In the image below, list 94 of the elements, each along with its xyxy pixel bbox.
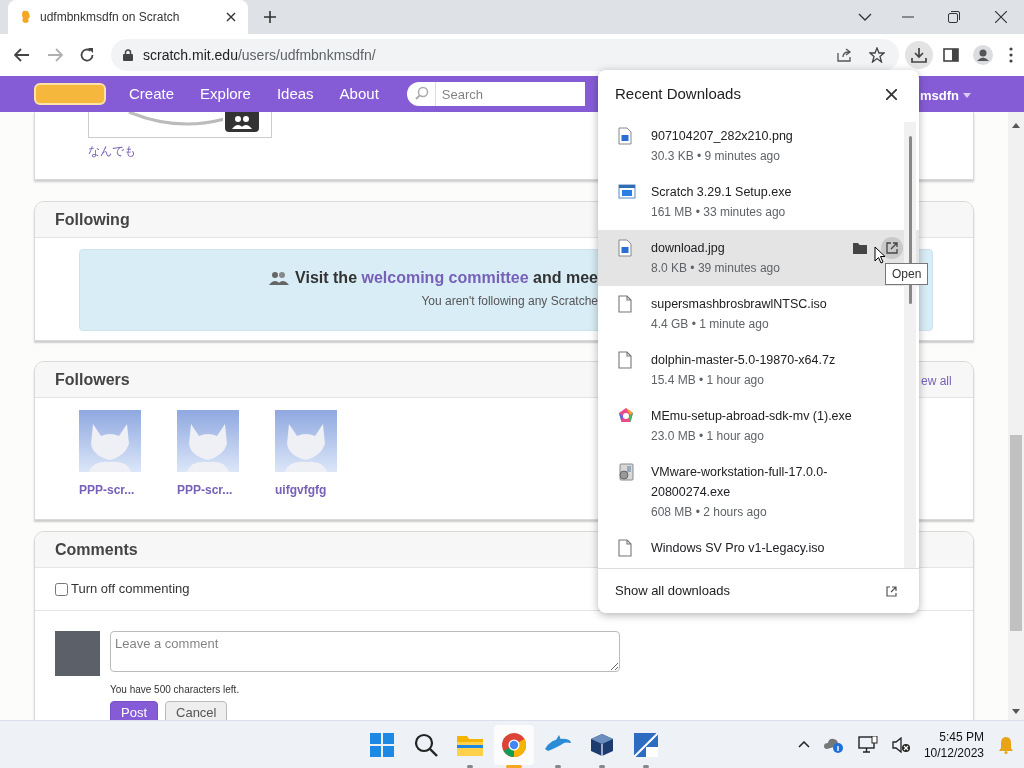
download-item[interactable]: VMware-workstation-full-17.0.0-20800274.exe 608 MB • 2 hours ago (598, 454, 919, 530)
external-link-icon[interactable] (886, 585, 897, 597)
username-link[interactable]: msdfn (920, 86, 959, 106)
close-icon[interactable] (886, 88, 897, 100)
tab-title: udfmbnkmsdfn on Scratch (40, 9, 181, 26)
clock[interactable]: 5:45 PM 10/12/2023 (923, 728, 984, 761)
close-icon[interactable] (995, 11, 1007, 23)
file-name: 907104207_282x210.png (651, 128, 794, 145)
downloads-button[interactable] (905, 41, 933, 69)
share-icon[interactable] (837, 48, 853, 62)
restore-icon[interactable] (948, 11, 960, 23)
follower-name[interactable]: PPP-scr... (177, 481, 233, 499)
external-link-icon (886, 242, 898, 254)
folder-icon (457, 734, 483, 756)
download-info: 161 MB • 33 minutes ago (651, 204, 787, 221)
download-item[interactable]: dolphin-master-5.0-19870-x64.7z 15.4 MB • 1 hour ago (598, 342, 919, 398)
user-avatar (55, 631, 100, 676)
studio-link[interactable]: なんでも (88, 142, 136, 160)
url-text: scratch.mit.edu/users/udfmbnkmsdfn/ (143, 45, 376, 65)
open-button[interactable] (881, 237, 903, 259)
reload-icon[interactable] (79, 47, 95, 63)
nav-link[interactable]: Create (129, 82, 175, 106)
folder-icon[interactable] (853, 242, 867, 254)
section-title: Followers (55, 369, 130, 390)
close-icon[interactable] (226, 12, 236, 22)
welcoming-committee-link[interactable]: welcoming committee (361, 269, 529, 286)
download-item[interactable]: Windows SV Pro v1-Legacy.iso (598, 530, 919, 568)
back-icon[interactable] (14, 48, 30, 62)
show-all-downloads-link[interactable]: Show all downloads (615, 581, 730, 601)
section-title: Following (55, 209, 130, 230)
side-panel-icon[interactable] (943, 48, 959, 62)
search-icon (414, 733, 438, 757)
file-name: Windows SV Pro v1-Legacy.iso (651, 540, 826, 557)
follower-name[interactable]: PPP-scr... (79, 481, 135, 499)
follower-name[interactable]: uifgvfgfg (275, 481, 327, 499)
file-name: supersmashbrosbrawlNTSC.iso (651, 296, 828, 313)
download-item[interactable]: MEmu-setup-abroad-sdk-mv (1).exe 23.0 MB • 1 hour ago (598, 398, 919, 454)
view-all-link[interactable]: ew all (921, 372, 952, 390)
welcome-message: Visit the welcoming committee and mee (295, 268, 598, 288)
file-name: Scratch 3.29.1 Setup.exe (651, 184, 793, 201)
nav-link[interactable]: Ideas (276, 82, 314, 106)
lock-icon (123, 49, 133, 61)
star-icon[interactable] (869, 47, 885, 63)
download-info: 4.4 GB • 1 minute ago (651, 316, 770, 333)
download-info: 23.0 MB • 1 hour ago (651, 428, 765, 445)
address-bar[interactable]: scratch.mit.edu/users/udfmbnkmsdfn/ (111, 39, 899, 71)
people-icon (231, 115, 253, 129)
download-info: 608 MB • 2 hours ago (651, 504, 768, 521)
chevron-up-icon[interactable] (797, 741, 810, 748)
checkbox-label: Turn off commenting (71, 580, 190, 599)
cloud-icon[interactable] (823, 736, 844, 753)
file-icon (618, 463, 636, 481)
section-title: Comments (55, 539, 138, 560)
chevron-down-icon[interactable] (858, 13, 872, 21)
nav-link[interactable]: Explore (200, 82, 251, 106)
browser-icon (502, 733, 526, 757)
network-icon[interactable] (857, 735, 878, 754)
cancel-button[interactable]: Cancel (165, 701, 228, 720)
download-info: 30.3 KB • 9 minutes ago (651, 148, 781, 165)
windows-icon (370, 733, 394, 757)
info-text: You aren't following any Scratche (421, 293, 598, 310)
download-icon (911, 47, 927, 63)
profile-icon[interactable] (973, 45, 993, 65)
tooltip: Open (885, 263, 929, 285)
file-icon (618, 183, 636, 201)
menu-icon[interactable] (1009, 47, 1013, 63)
cube-icon (590, 733, 614, 757)
people-icon (269, 271, 290, 285)
download-item[interactable]: supersmashbrosbrawlNTSC.iso 4.4 GB • 1 minute ago (598, 286, 919, 342)
search-icon[interactable] (406, 82, 435, 106)
download-item[interactable]: 907104207_282x210.png 30.3 KB • 9 minutes ago (598, 118, 919, 174)
character-count: You have 500 characters left. (110, 683, 241, 697)
comment-toggle-checkbox[interactable] (55, 582, 68, 596)
file-name: MEmu-setup-abroad-sdk-mv (1).exe (651, 408, 853, 425)
download-info: 8.0 KB • 39 minutes ago (651, 260, 781, 277)
volume-muted-icon[interactable] (891, 736, 910, 753)
new-tab-icon[interactable] (263, 10, 277, 24)
app-icon (634, 733, 658, 757)
file-name: download.jpg (651, 240, 726, 257)
nav-link[interactable]: About (339, 82, 379, 106)
file-icon (618, 407, 636, 425)
date-text: 10/12/2023 (923, 744, 984, 761)
browser-tab[interactable]: udfmbnkmsdfn on Scratch (8, 0, 248, 34)
comment-field[interactable]: Leave a comment (110, 631, 620, 672)
download-item[interactable]: Scratch 3.29.1 Setup.exe 161 MB • 33 minutes ago (598, 174, 919, 230)
scrollbar[interactable] (1008, 112, 1024, 720)
cursor-icon (874, 246, 886, 264)
post-button[interactable]: Post (110, 701, 158, 720)
time-text: 5:45 PM (939, 728, 984, 745)
panel-title: Recent Downloads (615, 83, 741, 104)
file-name: VMware-workstation-full-17.0.0-20800274.exe (651, 464, 829, 501)
download-info: 15.4 MB • 1 hour ago (651, 372, 765, 389)
file-name: dolphin-master-5.0-19870-x64.7z (651, 352, 837, 369)
caret-icon (963, 93, 971, 99)
